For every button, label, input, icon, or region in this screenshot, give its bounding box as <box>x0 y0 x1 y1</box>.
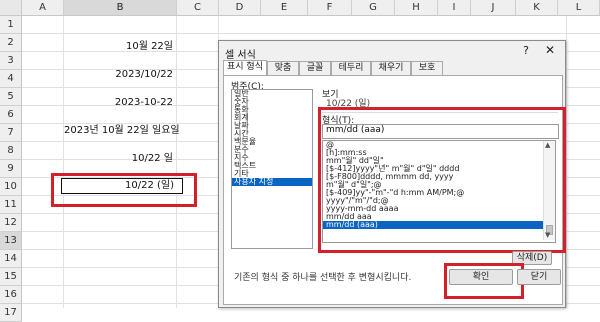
tab-fill[interactable]: 채우기 <box>371 61 411 75</box>
row-header-8[interactable]: 8 <box>0 142 22 160</box>
column-header-f[interactable]: F <box>308 0 352 16</box>
format-list[interactable]: @ [h]:mm:ss mm"월" dd"일" [$-412]yyyy"년" m… <box>322 140 556 243</box>
scroll-down-icon[interactable]: ▼ <box>545 231 550 239</box>
column-header-i[interactable]: I <box>438 0 471 16</box>
format-item-selected[interactable]: mm/dd (aaa) <box>323 221 555 229</box>
cell-b7[interactable]: 2023-10-22 <box>64 94 173 112</box>
row-header-3[interactable]: 3 <box>0 52 22 70</box>
tab-border[interactable]: 테두리 <box>331 61 371 75</box>
row-header-17[interactable]: 17 <box>0 304 22 322</box>
column-header-e[interactable]: E <box>261 0 308 16</box>
tab-alignment[interactable]: 맞춤 <box>267 61 299 75</box>
column-header-h[interactable]: H <box>395 0 438 16</box>
row-header-12[interactable]: 12 <box>0 214 22 232</box>
format-cells-dialog: 셀 서식 ? ✕ 표시 형식 맞춤 글꼴 테두리 채우기 보호 범주(C): 일… <box>218 40 566 308</box>
row-header-10[interactable]: 10 <box>0 178 22 196</box>
column-header-c[interactable]: C <box>177 0 219 16</box>
category-item-selected[interactable]: 사용자 지정 <box>232 178 312 186</box>
cell-b3[interactable]: 10월 22일 <box>64 38 173 56</box>
select-all-corner[interactable] <box>0 0 22 16</box>
format-list-scrollbar[interactable]: ▲ ▼ <box>543 141 555 240</box>
row-header-14[interactable]: 14 <box>0 250 22 268</box>
column-header-j[interactable]: J <box>471 0 516 16</box>
cell-b5[interactable]: 2023/10/22 <box>64 66 173 84</box>
column-header-l[interactable]: L <box>558 0 600 16</box>
row-header-7[interactable]: 7 <box>0 124 22 142</box>
tab-protection[interactable]: 보호 <box>411 61 443 75</box>
close-button[interactable]: 닫기 <box>517 269 561 285</box>
help-icon[interactable]: ? <box>523 44 529 57</box>
column-header-b[interactable]: B <box>64 0 177 16</box>
row-header-1[interactable]: 1 <box>0 16 22 34</box>
cell-b13[interactable]: 10/22 (일) <box>66 177 174 195</box>
cell-b11[interactable]: 10/22 일 <box>64 150 173 168</box>
row-header-6[interactable]: 6 <box>0 106 22 124</box>
row-header-4[interactable]: 4 <box>0 70 22 88</box>
row-header-16[interactable]: 16 <box>0 286 22 304</box>
format-description: 기존의 형식 중 하나를 선택한 후 변형시킵니다. <box>234 273 412 283</box>
close-icon[interactable]: ✕ <box>545 43 555 57</box>
scroll-up-icon[interactable]: ▲ <box>545 141 550 149</box>
format-input[interactable]: mm/dd (aaa) <box>322 124 559 139</box>
column-header-d[interactable]: D <box>219 0 261 16</box>
tab-font[interactable]: 글꼴 <box>299 61 331 75</box>
row-header-13[interactable]: 13 <box>0 232 22 250</box>
ok-button[interactable]: 확인 <box>449 269 513 285</box>
column-header-g[interactable]: G <box>352 0 395 16</box>
category-list[interactable]: 일반 숫자 통화 회계 날짜 시간 백분율 분수 지수 텍스트 기타 사용자 지… <box>231 89 313 249</box>
column-header-a[interactable]: A <box>22 0 64 16</box>
row-header-2[interactable]: 2 <box>0 34 22 52</box>
grid-line <box>566 16 567 308</box>
grid-line <box>22 33 600 34</box>
grid-line <box>176 16 177 308</box>
cell-b9[interactable]: 2023년 10월 22일 일요일 <box>64 122 180 140</box>
dialog-title: 셀 서식 <box>225 50 256 61</box>
row-header-5[interactable]: 5 <box>0 88 22 106</box>
tab-number[interactable]: 표시 형식 <box>223 60 267 76</box>
row-header-11[interactable]: 11 <box>0 196 22 214</box>
column-header-k[interactable]: K <box>516 0 558 16</box>
row-header-15[interactable]: 15 <box>0 268 22 286</box>
row-header-9[interactable]: 9 <box>0 160 22 178</box>
